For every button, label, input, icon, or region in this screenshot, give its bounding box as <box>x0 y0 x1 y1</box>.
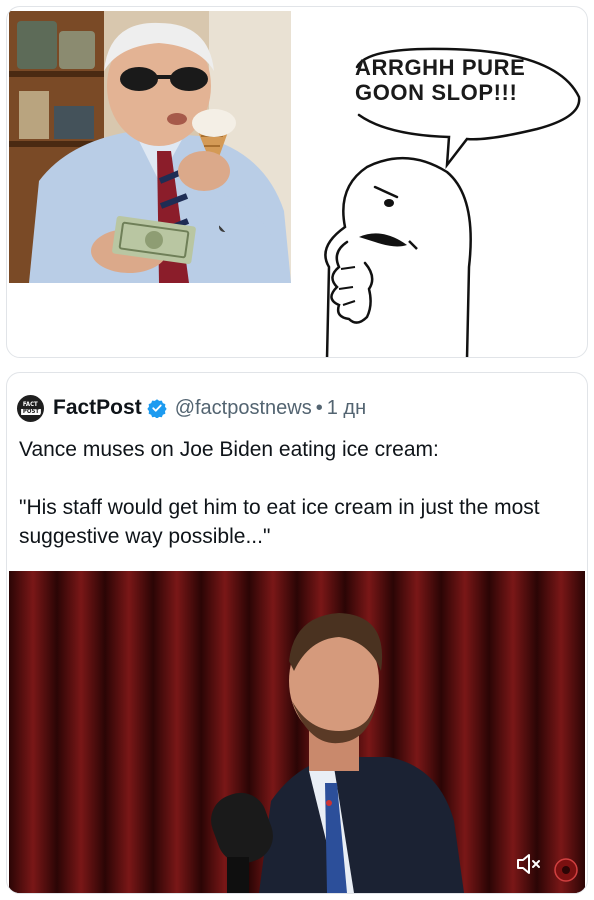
verified-badge-icon <box>147 399 167 418</box>
post-text-quote: "His staff would get him to eat ice crea… <box>19 496 540 548</box>
separator-dot: • <box>315 396 323 419</box>
post-text: Vance muses on Joe Biden eating ice crea… <box>19 435 579 551</box>
video-player[interactable] <box>9 571 585 893</box>
channel-watermark-icon <box>554 858 578 882</box>
post-card[interactable]: FACT POST FactPost @factpostnews • 1 дн … <box>6 372 588 894</box>
author-handle[interactable]: @factpostnews <box>175 397 312 420</box>
post-text-line-1: Vance muses on Joe Biden eating ice crea… <box>19 438 439 461</box>
speech-bubble-text: ARRGHH PURE GOON SLOP!!! <box>355 55 526 105</box>
avatar[interactable]: FACT POST <box>17 394 44 422</box>
wojak-drawing: ARRGHH PURE GOON SLOP!!! <box>297 37 587 357</box>
speaker-muted-icon[interactable] <box>515 851 543 877</box>
post-header: FACT POST FactPost @factpostnews • 1 дн <box>17 393 366 423</box>
ice-cream-photo <box>9 11 291 283</box>
avatar-text-bottom: POST <box>20 407 41 415</box>
post-timestamp[interactable]: 1 дн <box>327 397 366 420</box>
meme-card: ARRGHH PURE GOON SLOP!!! <box>6 6 588 358</box>
author-name[interactable]: FactPost <box>53 396 142 420</box>
